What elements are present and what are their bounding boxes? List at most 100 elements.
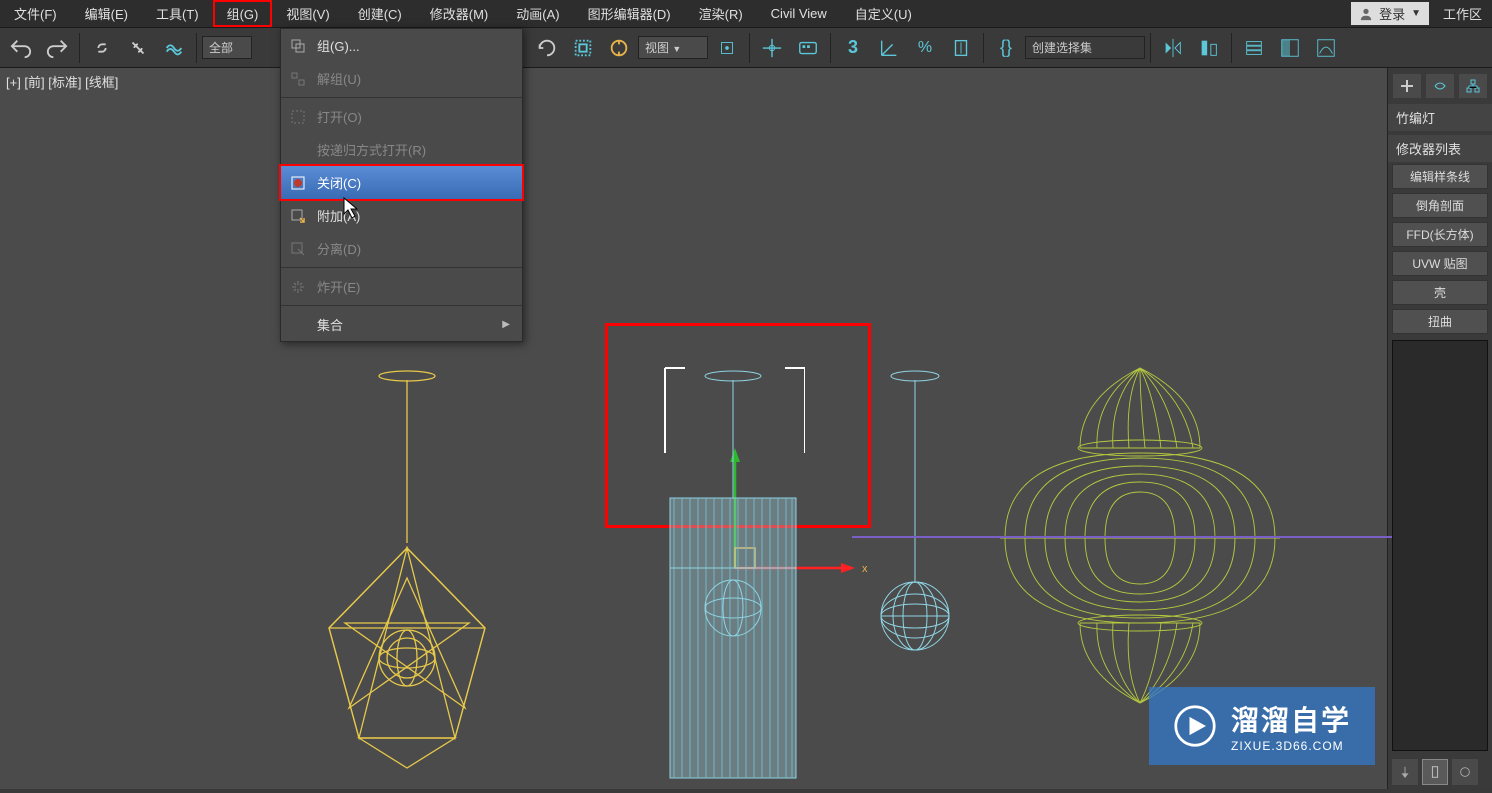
menu-modifier[interactable]: 修改器(M): [416, 0, 503, 27]
play-logo-icon: [1173, 704, 1217, 748]
pivot-icon[interactable]: [710, 31, 744, 65]
menu-customize[interactable]: 自定义(U): [841, 0, 926, 27]
menubar: 文件(F) 编辑(E) 工具(T) 组(G) 视图(V) 创建(C) 修改器(M…: [0, 0, 1492, 28]
dropdown-group[interactable]: 组(G)...: [281, 29, 522, 62]
ungroup-icon: [289, 70, 307, 88]
menu-civil-view[interactable]: Civil View: [757, 2, 841, 25]
menu-view[interactable]: 视图(V): [272, 0, 343, 27]
show-result-icon[interactable]: [1422, 759, 1448, 785]
dropdown-label: 集合: [317, 315, 343, 334]
object-name-field[interactable]: 竹编灯: [1388, 104, 1492, 131]
menu-tools[interactable]: 工具(T): [142, 0, 213, 27]
align-icon[interactable]: [1192, 31, 1226, 65]
dropdown-attach[interactable]: 附加(A): [281, 199, 522, 232]
command-panel: 竹编灯 修改器列表 编辑样条线 倒角剖面 FFD(长方体) UVW 贴图 壳 扭…: [1387, 68, 1492, 789]
menu-file[interactable]: 文件(F): [0, 0, 71, 27]
spinner-snap-icon[interactable]: [944, 31, 978, 65]
modifier-stack[interactable]: [1392, 340, 1488, 751]
group-dropdown-menu: 组(G)... 解组(U) 打开(O) 按递归方式打开(R) 关闭(C) 附加(…: [280, 28, 523, 342]
mirror-icon[interactable]: [1156, 31, 1190, 65]
dropdown-close[interactable]: 关闭(C): [279, 164, 524, 201]
menu-edit[interactable]: 编辑(E): [71, 0, 142, 27]
manipulate-icon[interactable]: [755, 31, 789, 65]
dropdown-detach: 分离(D): [281, 232, 522, 265]
make-unique-icon[interactable]: [1452, 759, 1478, 785]
link-icon[interactable]: [85, 31, 119, 65]
viewport-label[interactable]: [+] [前] [标准] [线框]: [6, 72, 118, 91]
create-tab[interactable]: [1393, 74, 1421, 98]
wireframe-model-1: [295, 368, 520, 778]
watermark-url: ZIXUE.3D66.COM: [1231, 739, 1351, 753]
modifier-button[interactable]: 倒角剖面: [1392, 193, 1488, 218]
wireframe-model-3: [870, 368, 960, 658]
menu-group[interactable]: 组(G): [213, 0, 273, 27]
modifier-button[interactable]: FFD(长方体): [1392, 222, 1488, 247]
svg-text:x: x: [862, 563, 868, 575]
detach-icon: [289, 240, 307, 258]
watermark-title: 溜溜自学: [1231, 699, 1351, 739]
snap-toggle-icon[interactable]: 3: [836, 31, 870, 65]
keyboard-shortcut-icon[interactable]: [791, 31, 825, 65]
scale-icon[interactable]: [566, 31, 600, 65]
dropdown-open-recursive: 按递归方式打开(R): [281, 133, 522, 166]
main-toolbar: 全部 视图 ▼ 3 % {} 创建选择集: [0, 28, 1492, 68]
redo-icon[interactable]: [40, 31, 74, 65]
selection-filter-dropdown[interactable]: 全部: [202, 36, 252, 59]
curve-editor-icon[interactable]: [1309, 31, 1343, 65]
selection-bracket: [660, 363, 805, 458]
workspace-label[interactable]: 工作区: [1433, 0, 1492, 27]
dropdown-open: 打开(O): [281, 100, 522, 133]
pin-stack-icon[interactable]: [1392, 759, 1418, 785]
menu-create[interactable]: 创建(C): [344, 0, 416, 27]
placement-icon[interactable]: [602, 31, 636, 65]
dropdown-label: 附加(A): [317, 206, 360, 225]
selection-set-input[interactable]: 创建选择集: [1025, 36, 1145, 59]
modifier-button[interactable]: 编辑样条线: [1392, 164, 1488, 189]
login-label: 登录: [1379, 4, 1405, 23]
angle-snap-icon[interactable]: [872, 31, 906, 65]
dropdown-label: 分离(D): [317, 239, 361, 258]
toggle-ribbon-icon[interactable]: [1273, 31, 1307, 65]
viewport-front[interactable]: [+] [前] [标准] [线框] x: [0, 68, 1387, 789]
dropdown-assembly[interactable]: 集合 ▶: [281, 308, 522, 341]
dropdown-label: 打开(O): [317, 107, 362, 126]
menu-animation[interactable]: 动画(A): [502, 0, 573, 27]
dropdown-explode: 炸开(E): [281, 270, 522, 303]
modifier-button[interactable]: UVW 贴图: [1392, 251, 1488, 276]
undo-icon[interactable]: [4, 31, 38, 65]
dropdown-ungroup: 解组(U): [281, 62, 522, 95]
percent-snap-icon[interactable]: %: [908, 31, 942, 65]
modify-tab[interactable]: [1426, 74, 1454, 98]
dropdown-label: 组(G)...: [317, 36, 360, 55]
command-panel-tabs: [1388, 68, 1492, 104]
menu-render[interactable]: 渲染(R): [685, 0, 757, 27]
login-button[interactable]: 登录 ▼: [1351, 2, 1429, 25]
submenu-arrow-icon: ▶: [502, 319, 510, 330]
modifier-list-dropdown[interactable]: 修改器列表: [1388, 135, 1492, 162]
hierarchy-tab[interactable]: [1459, 74, 1487, 98]
close-group-icon: [289, 174, 307, 192]
attach-icon: [289, 207, 307, 225]
unlink-icon[interactable]: [121, 31, 155, 65]
main-area: [+] [前] [标准] [线框] x: [0, 68, 1492, 789]
axis-line: [852, 534, 1392, 540]
dropdown-label: 炸开(E): [317, 277, 360, 296]
modifier-button[interactable]: 壳: [1392, 280, 1488, 305]
open-group-icon: [289, 108, 307, 126]
modifier-button[interactable]: 扭曲: [1392, 309, 1488, 334]
menu-graph-editor[interactable]: 图形编辑器(D): [574, 0, 685, 27]
layer-explorer-icon[interactable]: [1237, 31, 1271, 65]
transform-gizmo[interactable]: x: [720, 448, 880, 608]
named-selection-icon[interactable]: {}: [989, 31, 1023, 65]
wireframe-model-2: [660, 368, 805, 793]
dropdown-label: 关闭(C): [317, 173, 361, 192]
annotation-highlight-box: [605, 323, 871, 528]
rotate-icon[interactable]: [530, 31, 564, 65]
group-icon: [289, 37, 307, 55]
user-icon: [1359, 7, 1373, 21]
wireframe-model-4: [985, 358, 1295, 708]
modifier-stack-tools: [1392, 759, 1488, 785]
dropdown-label: 按递归方式打开(R): [317, 140, 426, 159]
refcoord-dropdown[interactable]: 视图 ▼: [638, 36, 708, 59]
bind-spacewarp-icon[interactable]: [157, 31, 191, 65]
